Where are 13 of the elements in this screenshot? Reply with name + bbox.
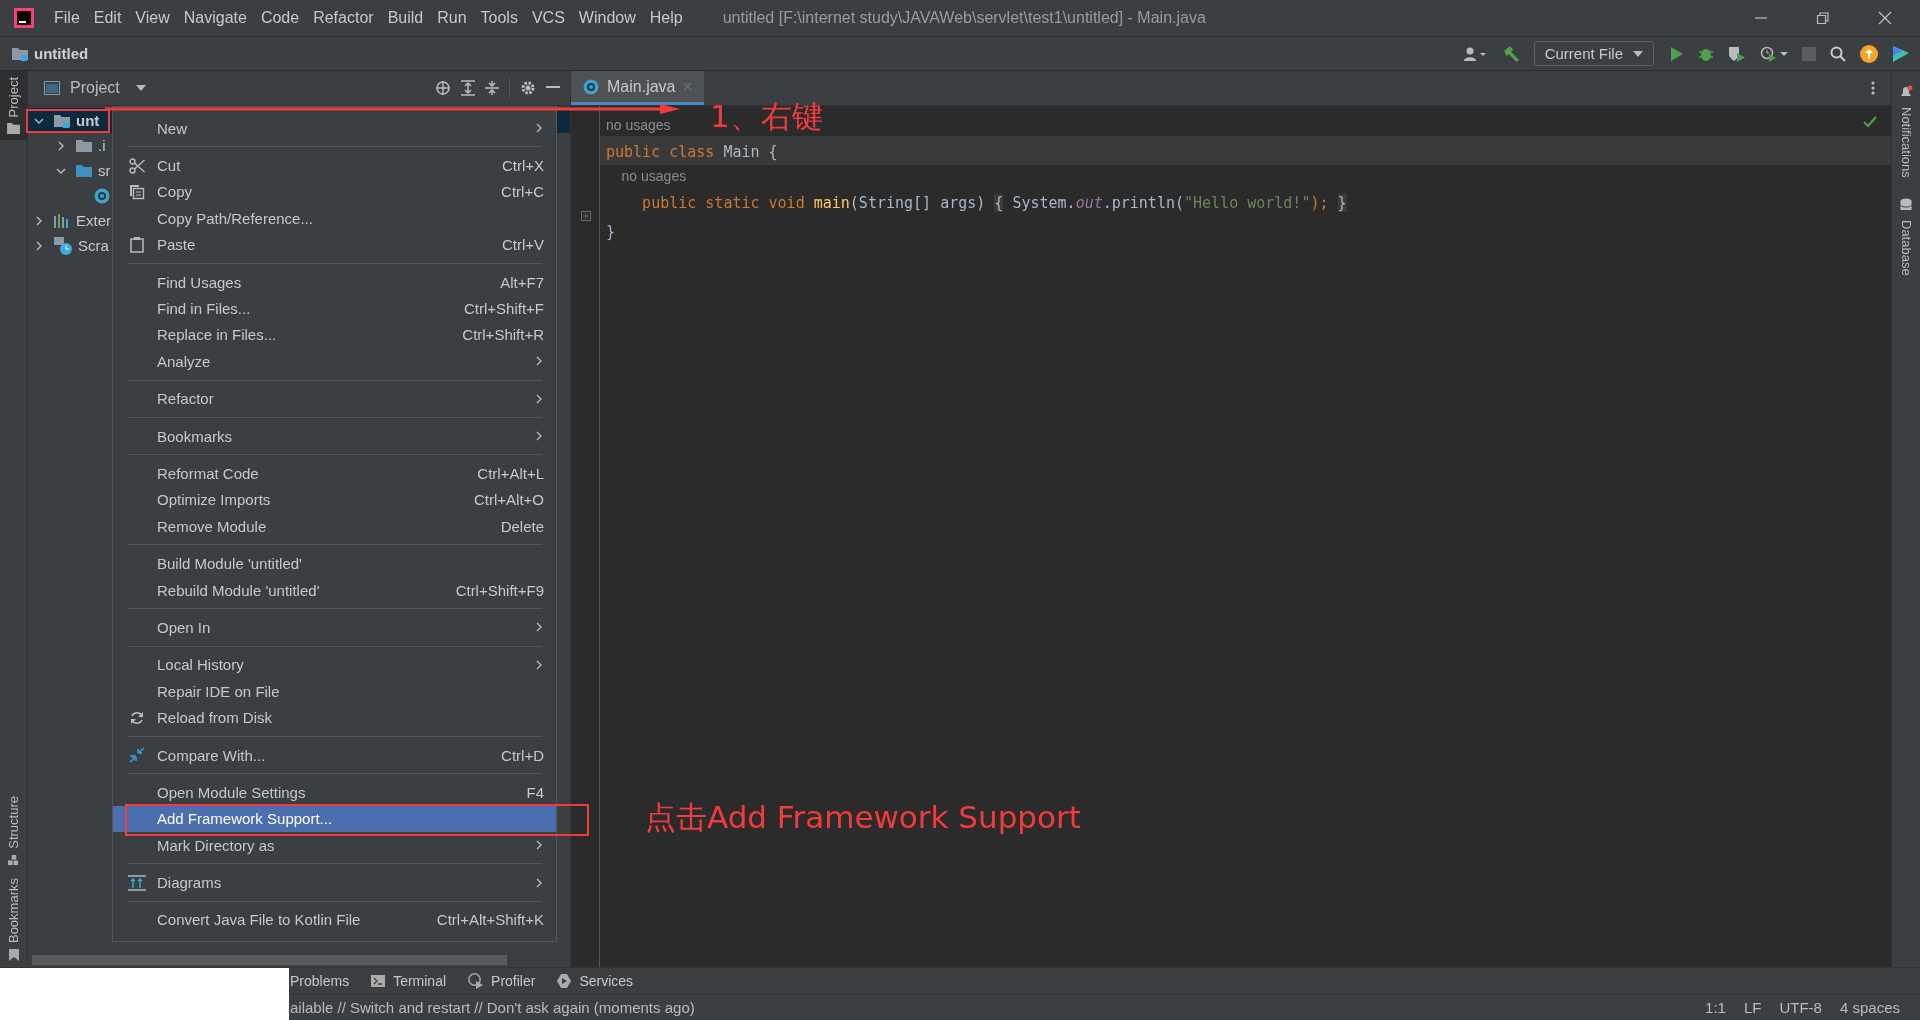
tree-label: .i [98,137,106,154]
usage-hint: no usages [605,116,672,135]
annotation-text: 1、右键 [710,97,823,136]
tree-label: Exter [76,212,111,229]
status-message: ailable // Switch and restart // Don't ask again (moments ago) [290,999,695,1016]
code-line: public static void main(String[] args) { System.out.println("Hello world!"); } [641,192,1348,214]
tree-label: Scra [78,237,109,254]
tree-label: sr [98,162,111,179]
usage-hint: no usages [620,167,688,186]
tree-label: unt [76,112,100,129]
annotation-text: 点击Add Framework Support [645,798,1081,837]
code-line: } [605,221,617,243]
window-title: untitled [F:\internet study\JAVAWeb\servlet\test1\untitled] - Main.java [722,9,1206,27]
